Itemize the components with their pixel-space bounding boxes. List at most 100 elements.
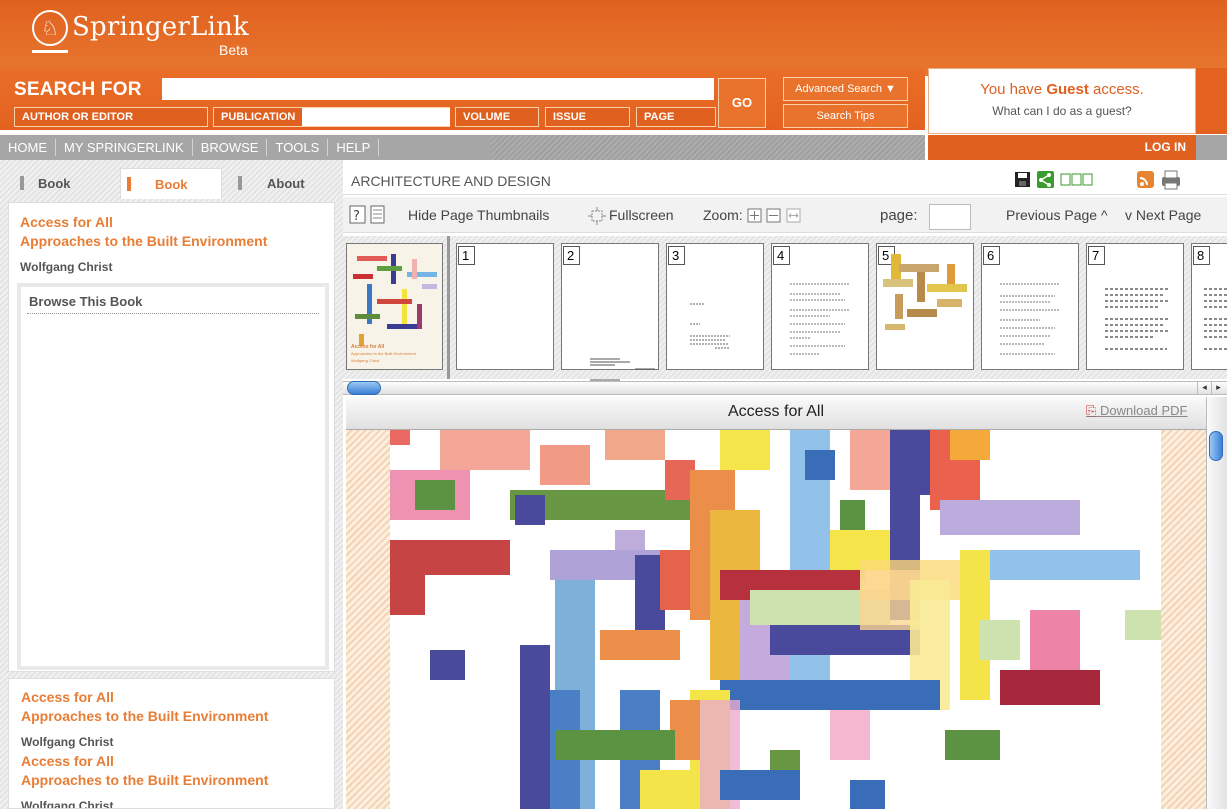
thumbnail-page-7[interactable]: 7 (1086, 243, 1184, 370)
thumb-number: 2 (563, 246, 580, 265)
page-actions (1015, 170, 1180, 190)
thumb-number: 7 (1088, 246, 1105, 265)
document-title: Access for All (727, 403, 825, 420)
zoom-in-icon[interactable] (747, 208, 762, 223)
thumbnails-icon[interactable] (370, 205, 385, 224)
document-page (390, 430, 1161, 809)
thumb-number: 6 (983, 246, 1000, 265)
viewer-toolbar: ? Hide Page Thumbnails Fullscreen Zoom: … (343, 197, 1227, 233)
related-author-2[interactable]: Wolfgang Christ (21, 799, 113, 808)
thumbnail-scrollbar[interactable] (343, 381, 1227, 395)
guest-access-text: You have Guest access. (980, 81, 1144, 98)
thumb-number: 3 (668, 246, 685, 265)
guest-help-link[interactable]: What can I do as a guest? (929, 104, 1195, 118)
document-scroll-thumb[interactable] (1209, 431, 1223, 461)
thumb-art (883, 254, 967, 330)
help-icons: ? (349, 205, 385, 224)
page-label: page: (880, 207, 918, 224)
beta-label: Beta (219, 42, 248, 58)
browse-this-book-box: Browse This Book (17, 283, 329, 670)
related-title-1[interactable]: Access for All (21, 689, 114, 705)
thumbnail-page-8[interactable]: 8 (1191, 243, 1227, 370)
related-author-1[interactable]: Wolfgang Christ (21, 735, 113, 749)
login-button[interactable]: LOG IN (928, 135, 1196, 160)
thumbnail-page-3[interactable]: 3 (666, 243, 764, 370)
share-icon[interactable] (1037, 171, 1054, 188)
save-icon[interactable] (1015, 172, 1030, 187)
previous-page-button[interactable]: Previous Page ^ (1006, 207, 1108, 223)
thumbnail-page-5[interactable]: 5 (876, 243, 974, 370)
fullscreen-button[interactable]: Fullscreen (609, 207, 674, 223)
advanced-search-button[interactable]: Advanced Search ▼ (783, 77, 908, 101)
nav-help[interactable]: HELP (328, 139, 380, 156)
volume-field-label[interactable]: VOLUME (455, 107, 539, 127)
thumbnail-divider (447, 236, 450, 379)
publication-input[interactable] (302, 108, 450, 126)
nav-filler (490, 135, 925, 160)
zoom-label: Zoom: (703, 207, 743, 223)
book-title-link[interactable]: Access for All (20, 214, 113, 230)
view-pages-icon[interactable] (1060, 173, 1093, 186)
page-number-input[interactable] (929, 204, 971, 230)
page-field-label[interactable]: PAGE (636, 107, 716, 127)
cover-artwork (390, 430, 1161, 809)
rss-icon[interactable] (1137, 171, 1154, 188)
pdf-icon: ⎘ (1086, 403, 1097, 418)
print-icon[interactable] (1162, 170, 1180, 190)
go-button[interactable]: GO (718, 78, 766, 128)
cover-thumb-title: Access for All (351, 344, 385, 350)
scroll-right-arrow[interactable]: ▸ (1211, 381, 1225, 395)
related-books-panel: Access for All Approaches to the Built E… (8, 678, 335, 809)
related-subtitle-2[interactable]: Approaches to the Built Environment (21, 772, 268, 788)
nav-tools[interactable]: TOOLS (267, 139, 329, 156)
book-subtitle-link[interactable]: Approaches to the Built Environment (20, 233, 267, 249)
hide-thumbnails-button[interactable]: Hide Page Thumbnails (408, 207, 549, 223)
logo-underline (32, 50, 68, 53)
breadcrumb: ARCHITECTURE AND DESIGN (343, 165, 1227, 195)
scroll-left-arrow[interactable]: ◂ (1197, 381, 1211, 395)
thumb-number: 8 (1193, 246, 1210, 265)
search-input[interactable] (162, 78, 714, 100)
chevron-up-icon: ^ (1100, 207, 1108, 223)
svg-text:?: ? (353, 209, 360, 224)
nav-edge (1196, 135, 1227, 160)
fullscreen-icon[interactable] (588, 207, 606, 225)
search-tips-button[interactable]: Search Tips (783, 104, 908, 128)
book-author[interactable]: Wolfgang Christ (20, 260, 112, 274)
download-pdf-link[interactable]: ⎘ Download PDF (1086, 403, 1187, 419)
dotted-divider (27, 313, 319, 314)
issue-field-label[interactable]: ISSUE (545, 107, 630, 127)
thumb-number: 1 (458, 246, 475, 265)
guest-access-box: You have Guest access. What can I do as … (928, 68, 1196, 134)
tab-book-active[interactable]: Book (120, 168, 222, 199)
thumbnail-page-4[interactable]: 4 (771, 243, 869, 370)
nav-my-springerlink[interactable]: MY SPRINGERLINK (56, 139, 193, 156)
help-icon[interactable]: ? (349, 205, 366, 224)
zoom-out-icon[interactable] (766, 208, 781, 223)
springer-horse-icon: ♘ (32, 10, 68, 46)
thumbnail-cover[interactable]: Access for All Approaches to the Built E… (346, 243, 443, 370)
next-page-button[interactable]: v Next Page (1125, 207, 1201, 223)
search-for-label: SEARCH FOR (14, 79, 142, 100)
header-edge (1196, 68, 1227, 134)
nav-home[interactable]: HOME (0, 139, 56, 156)
brand-name: SpringerLink (72, 12, 249, 42)
nav-browse[interactable]: BROWSE (193, 139, 268, 156)
cover-thumb-author: Wolfgang Christ (351, 358, 380, 363)
thumbnail-page-6[interactable]: 6 (981, 243, 1079, 370)
cover-thumb-subtitle: Approaches to the Built Environment (351, 351, 416, 356)
related-subtitle-1[interactable]: Approaches to the Built Environment (21, 708, 268, 724)
thumbnail-page-1[interactable]: 1 (456, 243, 554, 370)
related-title-2[interactable]: Access for All (21, 753, 114, 769)
tab-about[interactable]: About (232, 168, 330, 199)
thumb-number: 4 (773, 246, 790, 265)
thumbnail-scroll-thumb[interactable] (347, 381, 381, 395)
browse-this-book-title: Browse This Book (29, 294, 143, 309)
tab-book[interactable]: Book (14, 168, 112, 199)
chevron-down-icon: v (1125, 207, 1132, 223)
thumbnail-page-2[interactable]: 2 (561, 243, 659, 381)
fit-width-icon[interactable] (786, 208, 801, 223)
author-field-label[interactable]: AUTHOR OR EDITOR (14, 107, 208, 127)
breadcrumb-text[interactable]: ARCHITECTURE AND DESIGN (351, 173, 551, 189)
zoom-controls (747, 208, 801, 223)
